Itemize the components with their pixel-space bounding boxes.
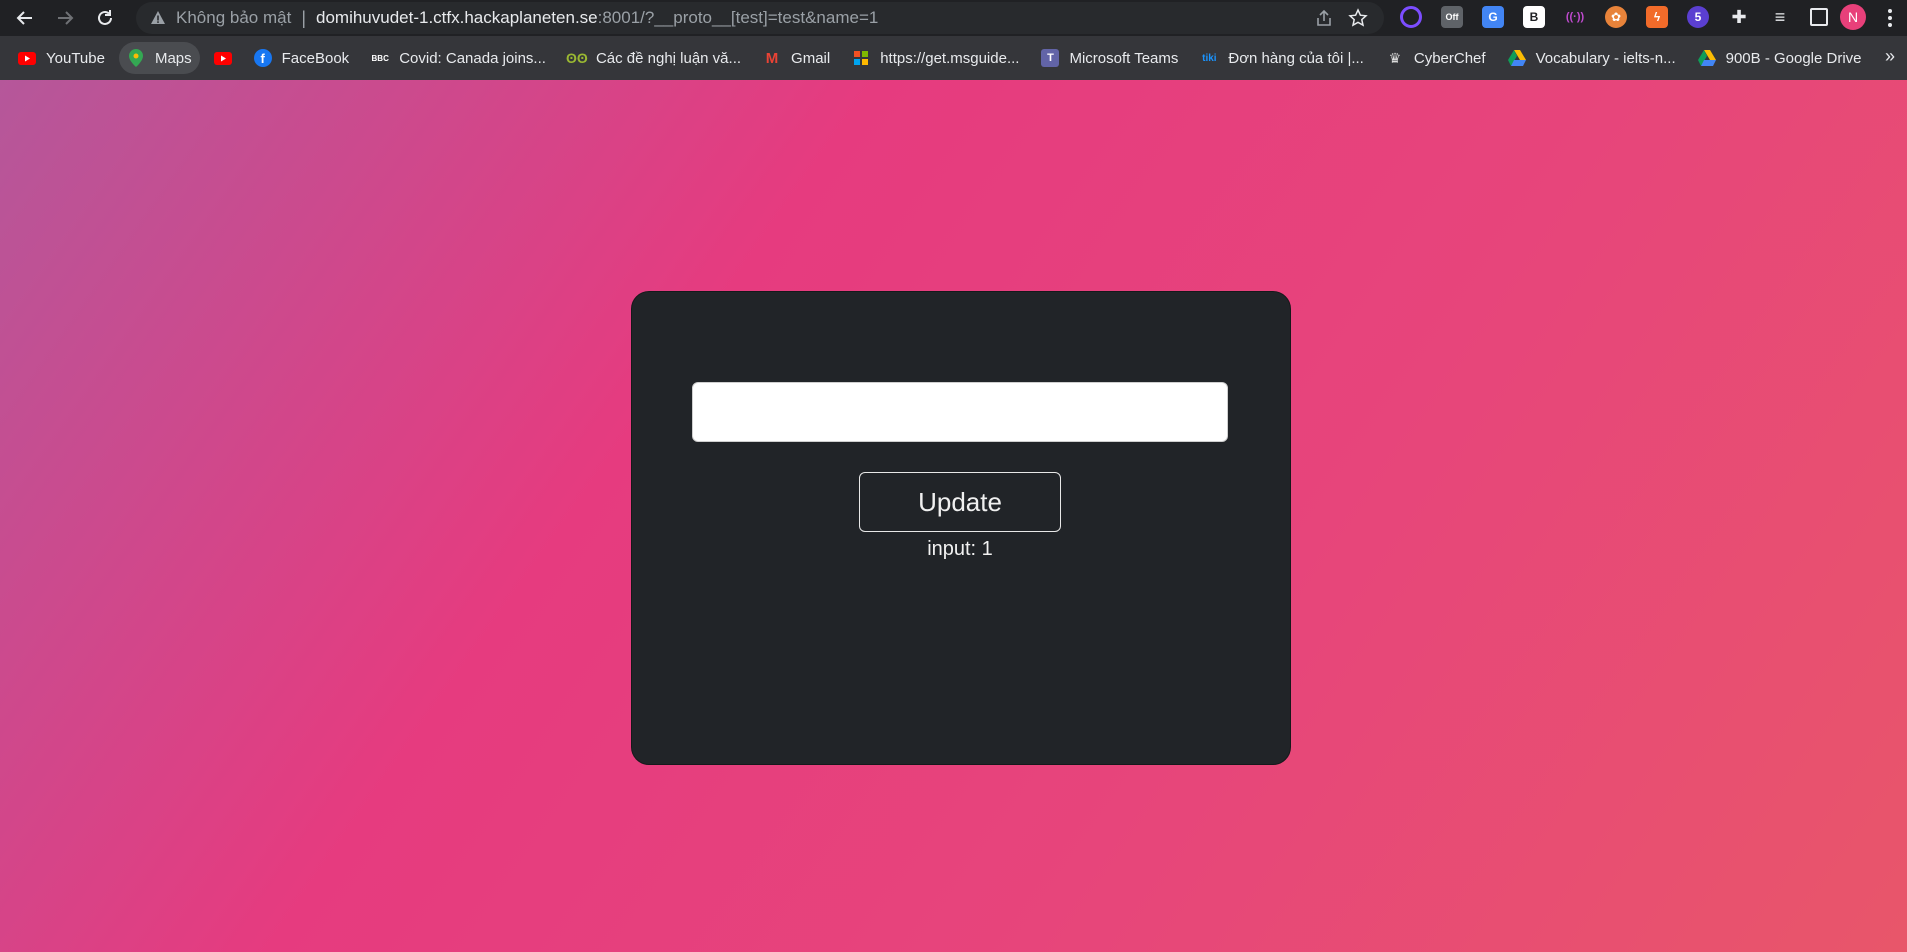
bookmark-label: YouTube [46, 49, 105, 67]
arrow-left-icon [16, 11, 32, 25]
bookmark-label: Covid: Canada joins... [399, 49, 546, 67]
browser-toolbar: Không bảo mật | domihuvudet-1.ctfx.hacka… [0, 0, 1907, 36]
drive-icon [1507, 49, 1526, 67]
more-vert-icon[interactable] [1880, 7, 1900, 29]
forward-button[interactable] [50, 3, 80, 33]
teams-icon: T [1041, 49, 1060, 67]
bookmark-label: Microsoft Teams [1069, 49, 1179, 67]
off-extension-icon[interactable]: Off [1441, 6, 1463, 28]
reload-button[interactable] [90, 3, 120, 33]
form-card: Update input: 1 [631, 291, 1291, 765]
bookmark-label: Gmail [791, 49, 831, 67]
bookmark-label: Vocabulary - ielts-n... [1535, 49, 1676, 67]
circle-extension-icon[interactable] [1400, 6, 1422, 28]
bookmark-label: Các đề nghị luận vă... [595, 49, 742, 67]
bolt-extension-icon[interactable]: ϟ [1646, 6, 1668, 28]
bookmark-label: 900B - Google Drive [1725, 49, 1862, 67]
bookmark-label: Maps [154, 49, 192, 67]
youtube-icon [18, 49, 36, 67]
divider: | [301, 7, 306, 28]
update-button[interactable]: Update [859, 472, 1061, 532]
translate-extension-icon[interactable]: G [1482, 6, 1504, 28]
bookmark-bbc[interactable]: BBC Covid: Canada joins... [363, 42, 554, 74]
bookmark-label: FaceBook [281, 49, 350, 67]
url-path: :8001/?__proto__[test]=test&name=1 [597, 8, 879, 27]
address-bar[interactable]: Không bảo mật | domihuvudet-1.ctfx.hacka… [136, 2, 1384, 34]
arrow-right-icon [58, 11, 74, 25]
bookmark-youtube[interactable]: YouTube [10, 42, 113, 74]
reload-icon [98, 10, 112, 25]
youtube-icon [213, 49, 232, 67]
bookmark-cyberchef[interactable]: ♛ CyberChef [1378, 42, 1494, 74]
gmail-icon: M [765, 49, 779, 67]
maps-icon [127, 49, 145, 67]
cookie-extension-icon[interactable]: ✿ [1605, 6, 1627, 28]
puzzle-icon[interactable]: ✚ [1728, 6, 1750, 28]
bookmark-msguide[interactable]: https://get.msguide... [844, 42, 1027, 74]
facebook-icon: f [253, 49, 272, 67]
side-panel-icon[interactable] [1810, 8, 1828, 26]
tiki-icon: tiki [1202, 52, 1217, 64]
star-icon[interactable] [1348, 8, 1368, 28]
drive-icon [1697, 49, 1716, 67]
bookmark-label: Đơn hàng của tôi |... [1228, 49, 1364, 67]
broadcast-extension-icon[interactable]: ((·)) [1564, 6, 1586, 28]
bookmark-essays[interactable]: ʘʘ Các đề nghị luận vă... [560, 42, 749, 74]
bookmark-tiki[interactable]: tiki Đơn hàng của tôi |... [1192, 42, 1371, 74]
page-background: Update input: 1 [0, 80, 1907, 952]
grid-icon [852, 49, 870, 67]
share-icon[interactable] [1314, 8, 1334, 28]
warning-icon [151, 11, 165, 24]
status-text: input: 1 [927, 538, 993, 560]
bookmark-youtube-2[interactable] [206, 42, 240, 74]
bookmark-label: https://get.msguide... [880, 49, 1020, 67]
b-extension-icon[interactable]: B [1523, 6, 1545, 28]
url-host: domihuvudet-1.ctfx.hackaplaneten.se [316, 8, 598, 27]
bookmark-google-drive[interactable]: 900B - Google Drive [1690, 42, 1870, 74]
chevron-double-right-icon[interactable]: » [1885, 46, 1895, 67]
bookmark-maps[interactable]: Maps [118, 42, 200, 74]
bookmarks-bar: YouTube Maps f FaceBook BBC Covid: Canad… [0, 36, 1907, 80]
name-input[interactable] [692, 382, 1228, 442]
security-label[interactable]: Không bảo mật [176, 8, 291, 28]
hat-extension-icon[interactable]: 5 [1687, 6, 1709, 28]
bookmark-facebook[interactable]: f FaceBook [246, 42, 358, 74]
playlist-icon[interactable]: ≡ [1769, 6, 1791, 28]
bookmark-gmail[interactable]: M Gmail [755, 42, 838, 74]
owl-icon: ʘʘ [566, 50, 588, 66]
back-button[interactable] [10, 3, 40, 33]
chef-icon: ♛ [1388, 49, 1402, 66]
bbc-icon: BBC [371, 53, 389, 63]
profile-avatar[interactable]: N [1840, 4, 1866, 30]
bookmark-teams[interactable]: T Microsoft Teams [1033, 42, 1186, 74]
bookmark-label: CyberChef [1413, 49, 1486, 67]
extensions-bar: Off G B ((·)) ✿ ϟ 5 ✚ ≡ [1400, 6, 1847, 28]
bookmark-vocabulary[interactable]: Vocabulary - ielts-n... [1500, 42, 1684, 74]
